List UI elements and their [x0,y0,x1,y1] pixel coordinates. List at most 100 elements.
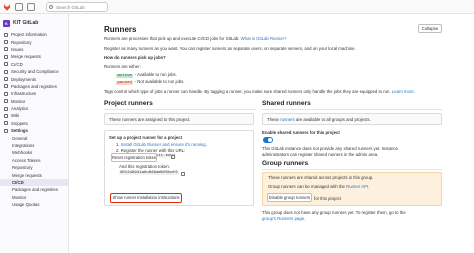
no-group-runners-2: group's Runners page. [262,216,305,221]
doc-icon [4,40,8,45]
merge-icon [4,54,8,59]
info-icon [4,32,8,37]
paused-line: paused - Not available to run jobs. [116,79,185,85]
search-icon [49,5,53,9]
settings-item-label: Packages and registries [12,187,58,193]
active-text: - Available to run jobs. [134,72,177,77]
shared-runners-title: Shared runners [262,100,311,107]
sidebar-item-settings[interactable]: Settings [0,127,68,134]
sidebar-item-deployments[interactable]: Deployments [0,75,68,82]
intro-sentence: Runners are processes that pick up and e… [104,36,240,41]
sidebar-item-label: Analytics [11,106,29,112]
settings-item-general[interactable]: General [0,134,68,141]
project-runners-title: Project runners [104,100,153,107]
disable-suffix: for this project [314,196,341,201]
show-install-instructions-button[interactable]: Show runner installation instructions [110,193,182,203]
enable-shared-label: Enable shared runners for this project [262,130,340,135]
top-bar: Search GitLab [0,0,474,14]
sidebar-item-label: Security and Compliance [11,69,59,75]
sidebar-item-label: Issues [11,46,24,52]
sidebar-item-wiki[interactable]: Wiki [0,112,68,119]
learn-more-link[interactable]: Learn more. [392,89,415,94]
settings-item-packages[interactable]: Packages and registries [0,186,68,193]
install-runner-link[interactable]: Install GitLab Runner and ensure it's ru… [121,142,207,147]
sidebar-item-repository[interactable]: Repository [0,38,68,45]
sidebar-item-infrastructure[interactable]: Infrastructure [0,90,68,97]
project-avatar: K [3,19,10,27]
gitlab-logo-icon[interactable] [3,3,11,11]
sidebar-item-analytics[interactable]: Analytics [0,105,68,112]
step1: 1. Install GitLab Runner and ensure it's… [116,142,207,147]
sidebar-nav: Project information Repository Issues Me… [0,31,68,208]
sidebar-item-merge-requests[interactable]: Merge requests [0,53,68,60]
tags-sentence: Tags control which type of jobs a runner… [104,89,391,94]
shared-runners-available: These runners are available to all group… [267,117,371,122]
sidebar-item-label: Monitor [11,98,26,104]
group-runners-shared-text: These runners are shared across projects… [268,175,374,180]
package-icon [4,84,8,89]
sidebar-item-issues[interactable]: Issues [0,46,68,53]
sidebar-item-cicd[interactable]: CI/CD [0,61,68,68]
settings-item-integrations[interactable]: Integrations [0,142,68,149]
runner-api-link[interactable]: Runner API. [346,184,369,189]
no-shared-note-2: administrators can register shared runne… [262,152,379,157]
settings-item-usage-quotas[interactable]: Usage Quotas [0,201,68,208]
plus-icon[interactable] [27,3,35,11]
no-group-runners-1: This group does not have any group runne… [262,210,406,215]
settings-item-repository[interactable]: Repository [0,164,68,171]
rocket-icon [4,62,8,67]
active-badge: active [116,74,134,78]
search-placeholder: Search GitLab [56,4,85,10]
paused-text: - Not available to run jobs. [134,79,185,84]
available-prefix: These [267,117,279,122]
collapse-button[interactable]: Collapse [418,24,442,33]
settings-item-merge-requests[interactable]: Merge requests [0,171,68,178]
settings-item-label: Access Tokens [12,157,41,163]
step1-number: 1. [116,142,120,147]
tags-text: Tags control which type of jobs a runner… [104,89,415,94]
sidebar-item-label: Merge requests [11,54,41,60]
settings-item-label: Monitor [12,194,27,200]
register-text: Register as many runners as you want. Yo… [104,46,356,51]
sidebar-item-project-information[interactable]: Project information [0,31,68,38]
sidebar-item-label: Deployments [11,76,37,82]
shared-runners-info-box: These runners are available to all group… [262,113,442,125]
menu-icon[interactable] [15,3,23,11]
sidebar-item-monitor[interactable]: Monitor [0,98,68,105]
settings-item-cicd[interactable]: CI/CD [0,178,68,187]
project-header[interactable]: K KIT GitLab [3,19,38,27]
sidebar-item-snippets[interactable]: Snippets [0,120,68,127]
settings-item-label: Repository [12,165,33,171]
settings-item-monitor[interactable]: Monitor [0,194,68,201]
available-suffix: are available to all groups and projects… [295,117,371,122]
divider [262,109,442,110]
copy-url-icon[interactable] [171,154,175,159]
search-input[interactable]: Search GitLab [46,2,108,12]
gear-icon [4,128,8,133]
disable-group-runners-button[interactable]: Disable group runners [267,193,312,202]
project-name: KIT GitLab [13,20,39,26]
sidebar-item-label: Infrastructure [11,91,37,97]
settings-item-label: Integrations [12,143,35,149]
sidebar: K KIT GitLab Project information Reposit… [0,14,69,253]
registration-token: GR1348941a6uH6GaWhR5hwf6 [119,171,179,175]
settings-item-access-tokens[interactable]: Access Tokens [0,157,68,164]
runners-either: Runners are either: [104,64,141,69]
paused-badge: paused [116,81,134,85]
sidebar-item-packages[interactable]: Packages and registries [0,83,68,90]
what-is-runner-link[interactable]: What is GitLab Runner? [241,36,287,41]
enable-shared-toggle[interactable] [263,137,273,143]
settings-item-webhooks[interactable]: Webhooks [0,149,68,156]
sidebar-item-label: Settings [11,128,28,134]
shared-runners-link[interactable]: runners [280,117,295,122]
sidebar-item-label: Wiki [11,113,20,119]
setup-title: Set up a project runner for a project [109,135,183,140]
token-label: And this registration token: [119,164,170,169]
snippet-icon [4,121,8,126]
reset-token-button[interactable]: Reset registration token [111,153,157,162]
group-runners-page-link[interactable]: group's Runners page. [262,216,305,221]
group-runners-managed: Group runners can be managed with the Ru… [268,184,369,189]
book-icon [4,113,8,118]
copy-token-icon[interactable] [181,171,185,176]
sidebar-item-security[interactable]: Security and Compliance [0,68,68,75]
